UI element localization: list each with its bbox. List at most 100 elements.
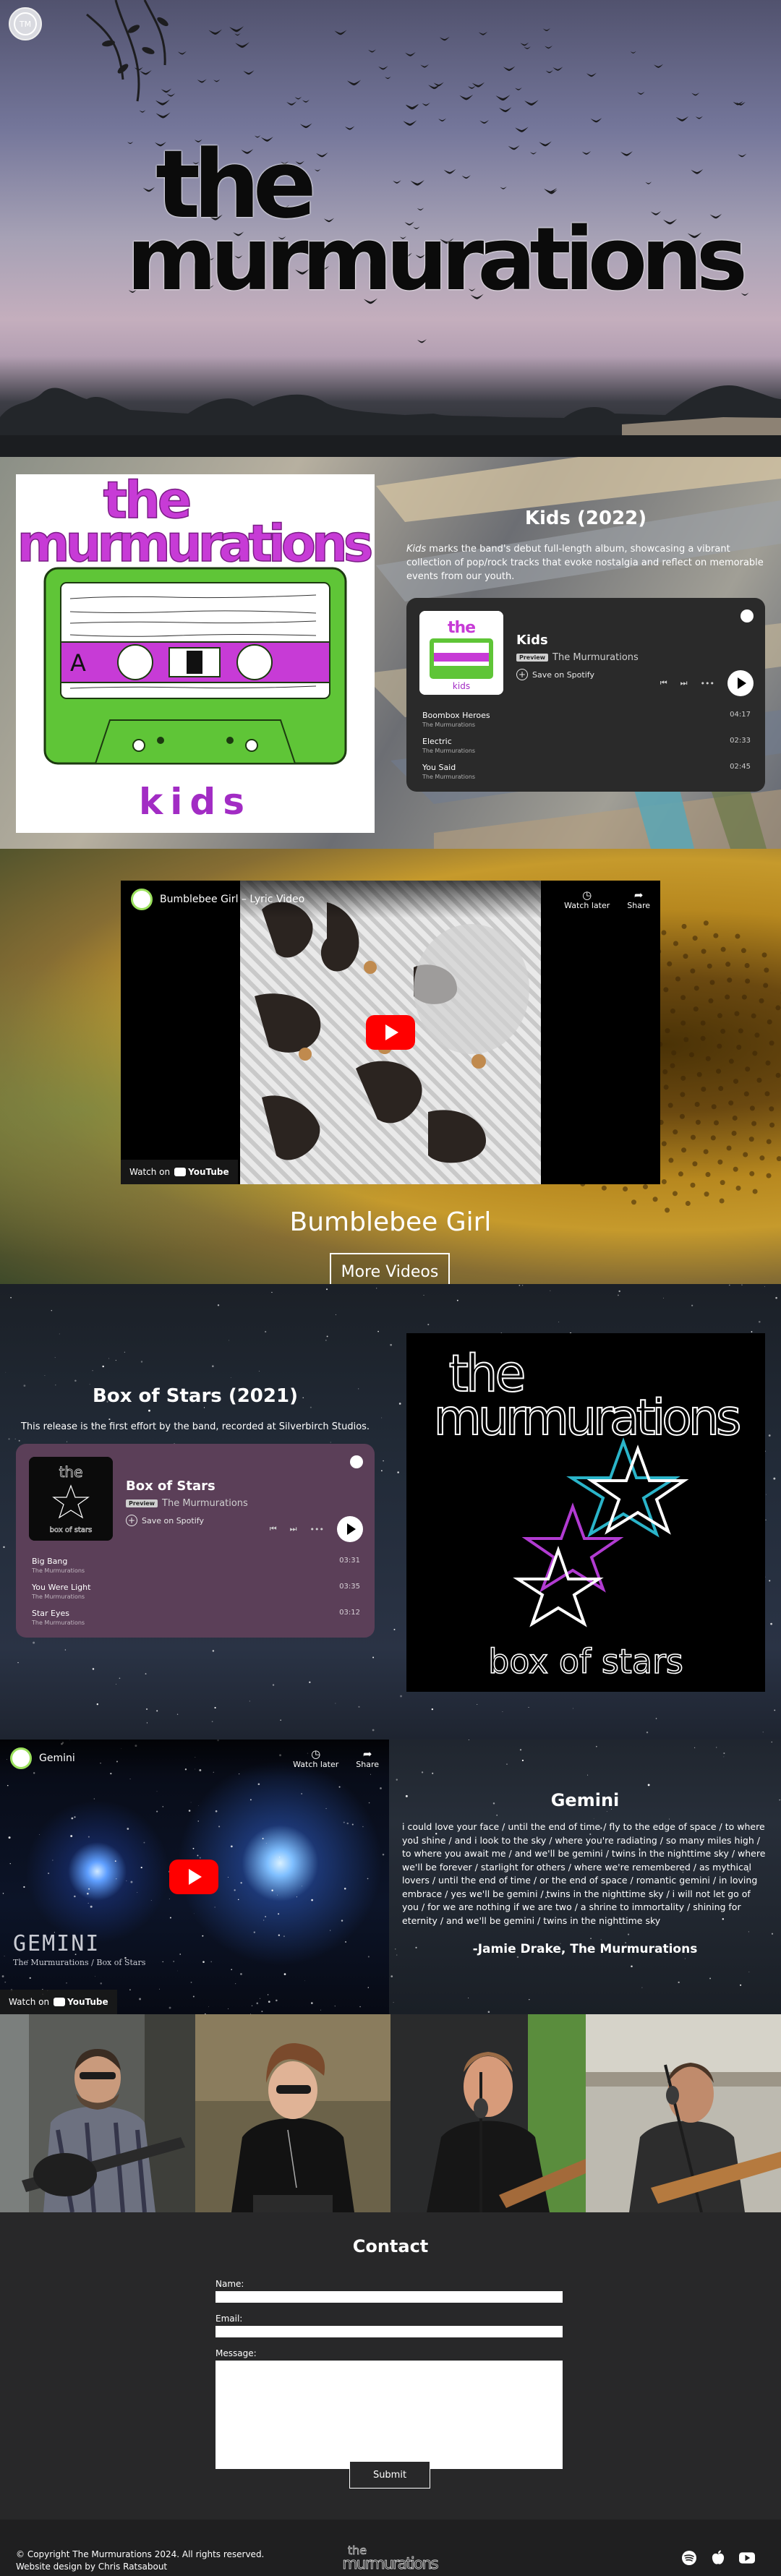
previous-icon[interactable]: ⏮ [660, 678, 667, 688]
footer-logo[interactable]: the murmurations [338, 2543, 441, 2572]
track-list: Big Bang The Murmurations 03:31 You Were … [29, 1552, 363, 1630]
bumblebee-video-section: Bumblebee Girl – Lyric Video ◷ Watch late… [0, 849, 781, 1284]
youtube-embed-bumblebee[interactable]: Bumblebee Girl – Lyric Video ◷ Watch late… [121, 881, 660, 1184]
track-row[interactable]: Big Bang The Murmurations 03:31 [29, 1552, 363, 1578]
plus-icon: + [126, 1515, 137, 1526]
social-links [681, 2550, 755, 2566]
kids-info-panel: Kids (2022) Kids marks the band's debut … [406, 508, 765, 792]
contact-section: Contact Name: Email: Message: Submit [0, 2212, 781, 2520]
video-title[interactable]: Bumblebee Girl – Lyric Video [160, 894, 547, 905]
hero-title: the murmurations [127, 137, 748, 304]
box-of-stars-section: Box of Stars (2021) This release is the … [0, 1284, 781, 1740]
track-row[interactable]: Star Eyes The Murmurations 03:12 [29, 1604, 363, 1630]
box-of-stars-heading: Box of Stars (2021) [93, 1385, 298, 1407]
channel-avatar[interactable] [131, 889, 153, 910]
gemini-heading: Gemini [550, 1790, 620, 1810]
clock-icon: ◷ [582, 888, 592, 902]
track-row[interactable]: You Were Light The Murmurations 03:35 [29, 1578, 363, 1604]
next-icon[interactable]: ⏭ [290, 1524, 297, 1534]
svg-text:box of stars: box of stars [488, 1642, 683, 1681]
play-button[interactable] [337, 1516, 363, 1542]
gemini-info-panel: Gemini i could love your face / until th… [402, 1790, 768, 1956]
name-label: Name: [215, 2279, 244, 2289]
box-of-stars-info: Box of Stars (2021) This release is the … [16, 1385, 375, 1638]
share-button[interactable]: ➦ Share [627, 889, 650, 910]
kids-embed-art: the kids [419, 611, 503, 695]
contact-heading: Contact [352, 2236, 429, 2256]
svg-text:murmurations: murmurations [17, 514, 372, 573]
youtube-icon[interactable] [739, 2550, 755, 2566]
svg-text:A: A [70, 649, 86, 677]
message-label: Message: [215, 2348, 257, 2358]
submit-button[interactable]: Submit [349, 2461, 430, 2489]
spotify-icon[interactable] [350, 1455, 363, 1468]
band-photo-bassist [586, 2014, 781, 2212]
svg-text:the: the [448, 619, 475, 637]
watch-later-button[interactable]: ◷ Watch later [564, 889, 610, 910]
youtube-embed-gemini[interactable]: GEMINI The Murmurations / Box of Stars G… [0, 1740, 389, 2014]
track-row[interactable]: Electric The Murmurations 02:33 [419, 732, 754, 758]
embed-album-title[interactable]: Kids [516, 633, 754, 648]
svg-text:TM: TM [19, 20, 31, 29]
spotify-icon[interactable] [741, 609, 754, 622]
lyrics-attribution: -Jamie Drake, The Murmurations [472, 1942, 698, 1956]
track-row[interactable]: You Said The Murmurations 02:45 [419, 758, 754, 784]
clock-icon: ◷ [311, 1747, 321, 1760]
svg-text:the: the [59, 1463, 83, 1481]
more-options-icon[interactable]: ••• [701, 679, 714, 688]
email-field[interactable] [215, 2326, 563, 2337]
kids-heading: Kids (2022) [524, 508, 647, 529]
video-title-card: GEMINI The Murmurations / Box of Stars [13, 1931, 146, 1968]
name-field[interactable] [215, 2291, 563, 2303]
youtube-icon: YouTube [54, 1997, 108, 2007]
youtube-play-button[interactable] [169, 1860, 218, 1894]
embed-album-title[interactable]: Box of Stars [126, 1479, 363, 1494]
track-row[interactable]: Boombox Heroes The Murmurations 04:17 [419, 706, 754, 732]
apple-icon[interactable] [710, 2550, 726, 2566]
spotify-embed-kids[interactable]: the kids Kids Preview The Murmurations + S… [406, 598, 765, 792]
bumblebee-title: Bumblebee Girl [289, 1207, 492, 1237]
band-photo-guitarist [0, 2014, 195, 2212]
share-icon: ➦ [362, 1747, 372, 1760]
hero-section: TM the murmurations [0, 0, 781, 457]
embed-artist[interactable]: The Murmurations [552, 652, 639, 663]
box-of-stars-description: This release is the first effort by the … [20, 1421, 370, 1432]
svg-text:kids: kids [139, 781, 252, 823]
embed-artist[interactable]: The Murmurations [162, 1498, 248, 1509]
youtube-play-button[interactable] [366, 1015, 415, 1050]
video-title[interactable]: Gemini [39, 1753, 276, 1764]
youtube-icon: YouTube [174, 1167, 229, 1177]
previous-icon[interactable]: ⏮ [270, 1524, 277, 1534]
box-of-stars-embed-art: the box of stars [29, 1457, 113, 1541]
channel-avatar[interactable] [10, 1747, 32, 1769]
message-field[interactable] [215, 2361, 563, 2469]
footer-copyright: © Copyright The Murmurations 2024. All r… [16, 2549, 265, 2572]
hero-title-line2: murmurations [127, 210, 748, 310]
spotify-icon[interactable] [681, 2550, 697, 2566]
play-button[interactable] [727, 670, 754, 696]
share-icon: ➦ [633, 888, 644, 902]
band-photo-keys [195, 2014, 390, 2212]
box-of-stars-album-cover: the murmurations box of stars [406, 1333, 765, 1692]
more-options-icon[interactable]: ••• [310, 1525, 324, 1534]
watch-later-button[interactable]: ◷ Watch later [293, 1748, 338, 1769]
contact-form: Name: Email: Message: [215, 2279, 563, 2469]
band-photo-vocalist [390, 2014, 586, 2212]
watch-on-youtube-link[interactable]: Watch on YouTube [0, 1990, 117, 2014]
more-videos-button[interactable]: More Videos [330, 1253, 450, 1284]
watch-on-youtube-link[interactable]: Watch on YouTube [121, 1160, 238, 1184]
site-logo-badge[interactable]: TM [9, 7, 42, 40]
footer-credit: Website design by Chris Ratsabout [16, 2562, 168, 2572]
svg-text:kids: kids [453, 681, 470, 691]
svg-text:murmurations: murmurations [342, 2555, 438, 2572]
share-button[interactable]: ➦ Share [356, 1748, 379, 1769]
email-label: Email: [215, 2314, 243, 2324]
kids-description: Kids marks the band's debut full-length … [406, 544, 764, 582]
gemini-lyrics: i could love your face / until the end o… [402, 1821, 766, 1926]
footer: © Copyright The Murmurations 2024. All r… [0, 2520, 781, 2576]
preview-badge: Preview [516, 654, 549, 662]
kids-album-section: the murmurations A kids Kids (2022) Kids… [0, 457, 781, 849]
logo-icon: TM [14, 12, 37, 35]
next-icon[interactable]: ⏭ [680, 678, 688, 688]
spotify-embed-box-of-stars[interactable]: the box of stars Box of Stars Preview The… [16, 1444, 375, 1638]
